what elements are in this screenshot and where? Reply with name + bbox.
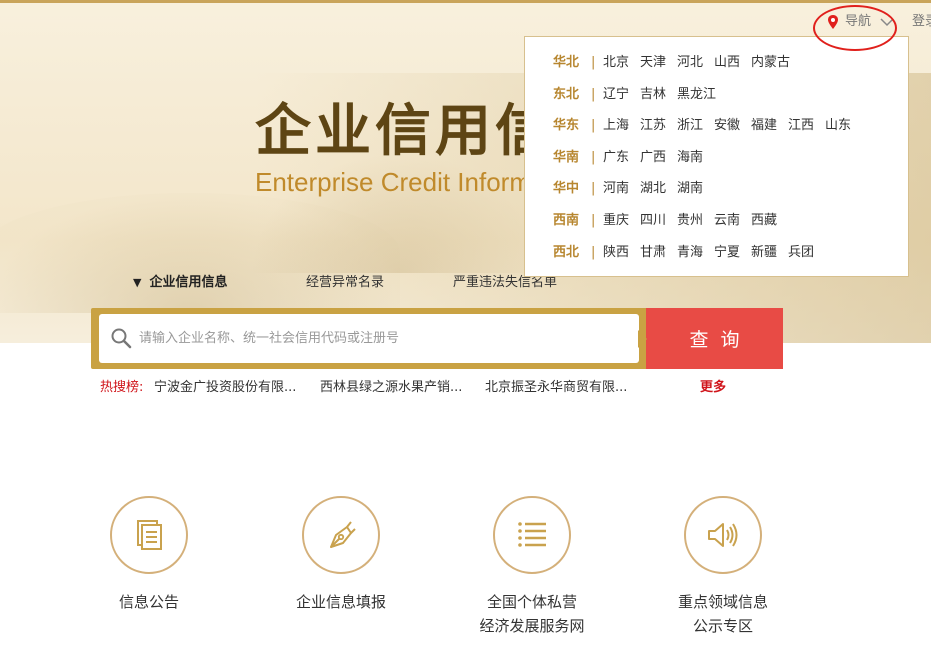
province-link[interactable]: 新疆 xyxy=(751,243,777,263)
region-separator: | xyxy=(591,55,596,70)
province-link[interactable]: 西藏 xyxy=(751,211,777,231)
region-name: 东北 xyxy=(553,87,580,102)
document-icon xyxy=(137,520,162,550)
search-box xyxy=(91,308,647,369)
pen-nib-icon xyxy=(330,521,356,548)
province-link[interactable]: 重庆 xyxy=(603,211,629,231)
province-link[interactable]: 安徽 xyxy=(714,116,740,136)
speaker-icon xyxy=(708,523,738,547)
hot-search-more-link[interactable]: 更多 xyxy=(700,378,726,398)
province-link[interactable]: 浙江 xyxy=(677,116,703,136)
hot-search-item[interactable]: 宁波金广投资股份有限... xyxy=(154,378,296,398)
region-separator: | xyxy=(591,150,596,165)
list-icon xyxy=(518,522,546,547)
service-icon-circle xyxy=(684,496,762,574)
tab-abnormal-operations[interactable]: 经营异常名录 xyxy=(306,272,384,294)
region-separator: | xyxy=(591,181,596,196)
province-link[interactable]: 福建 xyxy=(751,116,777,136)
province-link[interactable]: 河北 xyxy=(677,53,703,73)
service-label: 全国个体私营 经济发展服务网 xyxy=(479,593,585,635)
region-separator: | xyxy=(591,87,596,102)
province-link[interactable]: 辽宁 xyxy=(603,85,629,105)
service-info-announcement[interactable]: 信息公告 xyxy=(69,496,229,614)
province-link[interactable]: 黑龙江 xyxy=(677,85,716,105)
province-link[interactable]: 上海 xyxy=(603,116,629,136)
province-link[interactable]: 云南 xyxy=(714,211,740,231)
region-name: 华东 xyxy=(553,118,580,133)
province-link[interactable]: 甘肃 xyxy=(640,243,666,263)
service-label: 重点领域信息 公示专区 xyxy=(677,593,768,635)
search-field-wrapper xyxy=(99,314,639,363)
province-link[interactable]: 陕西 xyxy=(603,243,629,263)
hot-search-label: 热搜榜: xyxy=(100,380,144,395)
tab-enterprise-credit[interactable]: ▼ 企业信用信息 xyxy=(133,272,227,294)
province-link[interactable]: 内蒙古 xyxy=(751,53,790,73)
province-link[interactable]: 广东 xyxy=(603,148,629,168)
province-link[interactable]: 江西 xyxy=(788,116,814,136)
province-link[interactable]: 天津 xyxy=(640,53,666,73)
region-separator: | xyxy=(591,213,596,228)
province-link[interactable]: 广西 xyxy=(640,148,666,168)
province-link[interactable]: 贵州 xyxy=(677,211,703,231)
region-dropdown-panel: 华北 | 北京 天津 河北 山西 内蒙古 东北 | 辽宁 吉林 黑龙江 华东 |… xyxy=(524,36,909,277)
service-label: 信息公告 xyxy=(118,593,179,611)
service-icon-circle xyxy=(302,496,380,574)
region-name: 西南 xyxy=(553,213,580,228)
service-private-economy[interactable]: 全国个体私营 经济发展服务网 xyxy=(452,496,612,638)
region-name: 华南 xyxy=(553,150,580,165)
province-link[interactable]: 兵团 xyxy=(788,243,814,263)
page-title-cn: 企业信用信息公示系统 xyxy=(255,99,531,163)
triangle-down-icon: ▼ xyxy=(133,276,142,289)
service-icon-circle xyxy=(110,496,188,574)
province-link[interactable]: 湖南 xyxy=(677,179,703,199)
province-link[interactable]: 山东 xyxy=(825,116,851,136)
region-name: 华中 xyxy=(553,181,580,196)
region-name: 西北 xyxy=(553,245,580,260)
login-link[interactable]: 登录 xyxy=(912,11,931,33)
province-link[interactable]: 山西 xyxy=(714,53,740,73)
province-link[interactable]: 海南 xyxy=(677,148,703,168)
province-link[interactable]: 河南 xyxy=(603,179,629,199)
province-link[interactable]: 四川 xyxy=(640,211,666,231)
province-link[interactable]: 江苏 xyxy=(640,116,666,136)
province-link[interactable]: 湖北 xyxy=(640,179,666,199)
annotation-highlight-ellipse xyxy=(813,5,897,51)
service-enterprise-reporting[interactable]: 企业信息填报 xyxy=(261,496,421,614)
service-icon-circle xyxy=(493,496,571,574)
search-arrow-decoration xyxy=(638,330,647,348)
hot-search-item[interactable]: 北京振圣永华商贸有限... xyxy=(485,378,627,398)
search-button[interactable]: 查询 xyxy=(646,308,783,369)
province-link[interactable]: 北京 xyxy=(603,53,629,73)
province-link[interactable]: 青海 xyxy=(677,243,703,263)
service-key-areas[interactable]: 重点领域信息 公示专区 xyxy=(643,496,803,638)
search-input[interactable] xyxy=(139,314,629,363)
hot-search-item[interactable]: 西林县绿之源水果产销... xyxy=(320,378,462,398)
service-label: 企业信息填报 xyxy=(295,593,386,611)
search-icon xyxy=(111,328,132,349)
province-link[interactable]: 吉林 xyxy=(640,85,666,105)
region-separator: | xyxy=(591,118,596,133)
page-title-en: Enterprise Credit Information Publicity … xyxy=(255,167,531,197)
province-link[interactable]: 宁夏 xyxy=(714,243,740,263)
region-separator: | xyxy=(591,245,596,260)
region-name: 华北 xyxy=(553,55,580,70)
